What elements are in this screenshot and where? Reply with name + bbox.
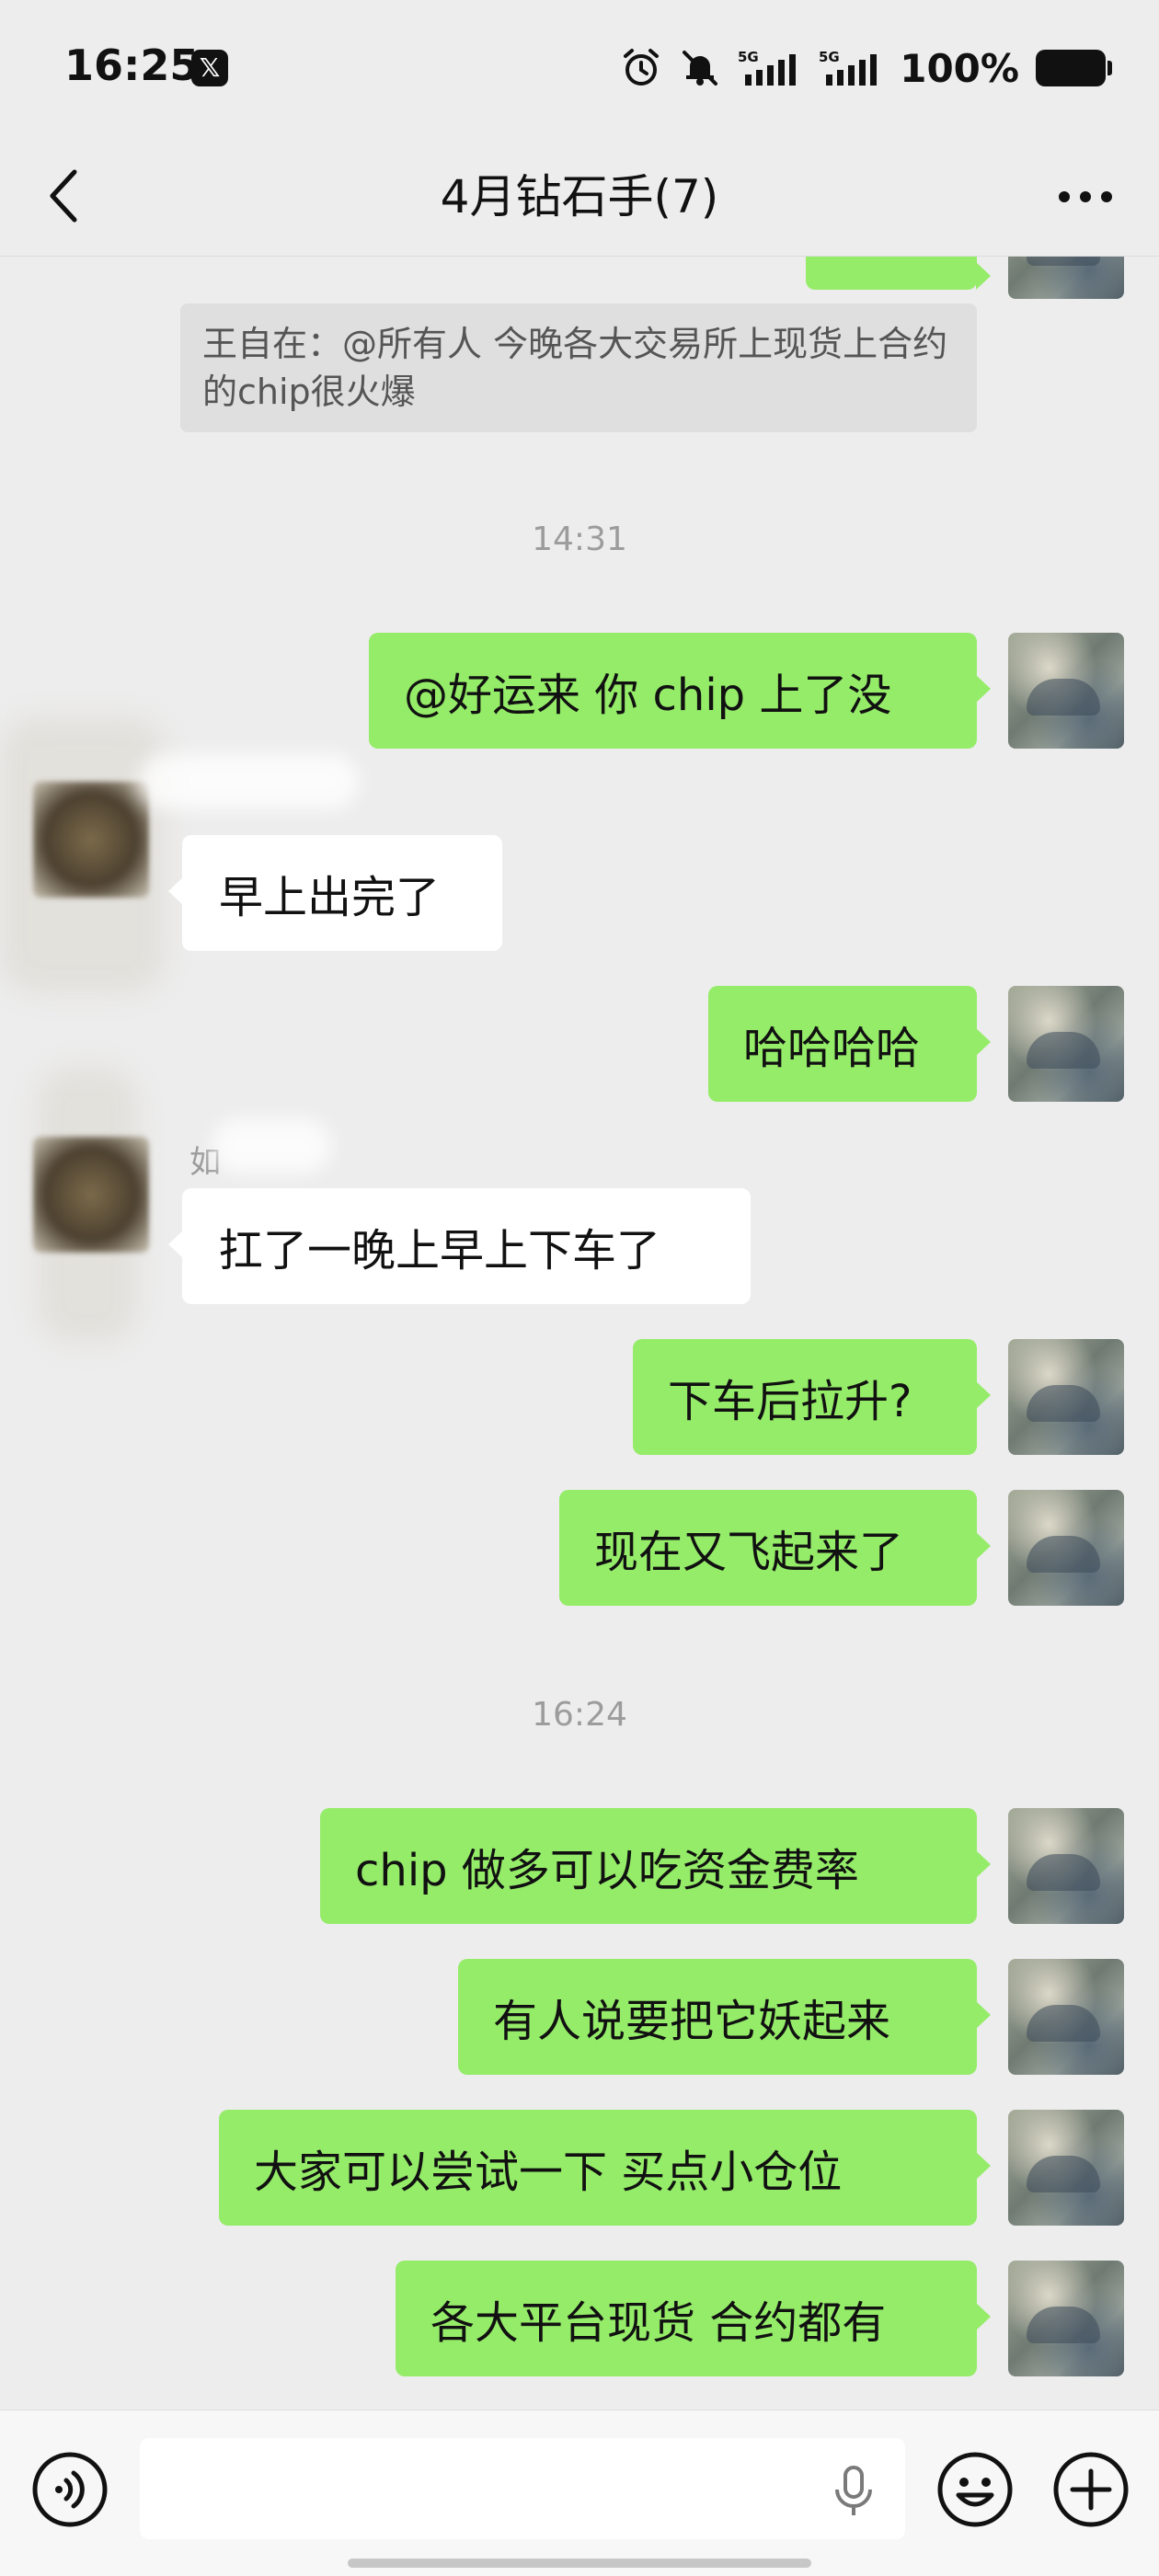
mute-icon [683,51,718,86]
quoted-message[interactable]: 王自在：@所有人 今晚各大交易所上现货上合约的chip很火爆 [180,303,977,432]
emoji-icon [937,2452,1013,2527]
message-input[interactable] [140,2438,905,2539]
outgoing-message[interactable]: 下车后拉升? [633,1339,991,1455]
mic-icon [835,2466,872,2515]
outgoing-message[interactable]: chip 做多可以吃资金费率 [320,1808,991,1924]
home-indicator[interactable] [348,2559,811,2568]
avatar[interactable] [1008,1959,1124,2075]
back-button[interactable] [31,155,96,237]
emoji-button[interactable] [936,2451,1014,2528]
signal-icon: 5G [819,49,878,86]
signal-icon: 5G [738,49,797,86]
avatar[interactable] [1008,257,1124,299]
outgoing-message[interactable]: 各大平台现货 合约都有 [396,2261,991,2376]
input-bar [0,2410,1159,2576]
status-bar: 16:25 𝕏 5G 5G 100% [0,0,1159,138]
sender-name [138,754,359,809]
chat-title: 4月钻石手(7) [440,170,719,223]
plus-button[interactable] [1052,2451,1130,2528]
battery-icon [1036,50,1112,86]
network-label-1: 5G [738,49,759,65]
status-icons: 5G 5G 100% [620,42,1112,94]
avatar[interactable] [33,782,149,898]
more-button[interactable] [1039,160,1131,234]
outgoing-message[interactable]: 哈哈哈哈 [708,986,991,1102]
outgoing-message-partial[interactable] [806,257,991,290]
timestamp: 16:24 [532,1696,627,1734]
avatar[interactable] [33,1137,149,1253]
message-list[interactable] [0,257,1159,2410]
timestamp: 14:31 [532,521,627,558]
incoming-message[interactable]: 扛了一晚上早上下车了 [168,1188,751,1304]
voice-icon [32,2452,108,2527]
avatar[interactable] [1008,1339,1124,1455]
chat-header: 4月钻石手(7) [0,138,1159,257]
more-dots-icon [1059,191,1112,202]
plus-icon [1053,2452,1129,2527]
chevron-left-icon [50,169,77,223]
outgoing-message[interactable]: 现在又飞起来了 [559,1490,991,1606]
battery-percent: 100% [900,45,1019,91]
avatar[interactable] [1008,633,1124,749]
alarm-icon [624,49,660,86]
outgoing-message[interactable]: 大家可以尝试一下 买点小仓位 [219,2110,991,2226]
avatar[interactable] [1008,1808,1124,1924]
outgoing-message[interactable]: @好运来 你 chip 上了没 [369,633,991,749]
network-label-2: 5G [819,49,840,65]
status-time: 16:25 [64,40,200,90]
mic-button[interactable] [828,2464,879,2519]
avatar[interactable] [1008,2110,1124,2226]
avatar[interactable] [1008,2261,1124,2376]
avatar[interactable] [1008,986,1124,1102]
outgoing-message[interactable]: 有人说要把它妖起来 [458,1959,991,2075]
incoming-message[interactable]: 早上出完了 [168,835,502,951]
x-logo-icon: 𝕏 [191,50,228,86]
avatar[interactable] [1008,1490,1124,1606]
sender-name-blur [212,1118,331,1174]
voice-button[interactable] [31,2451,109,2528]
